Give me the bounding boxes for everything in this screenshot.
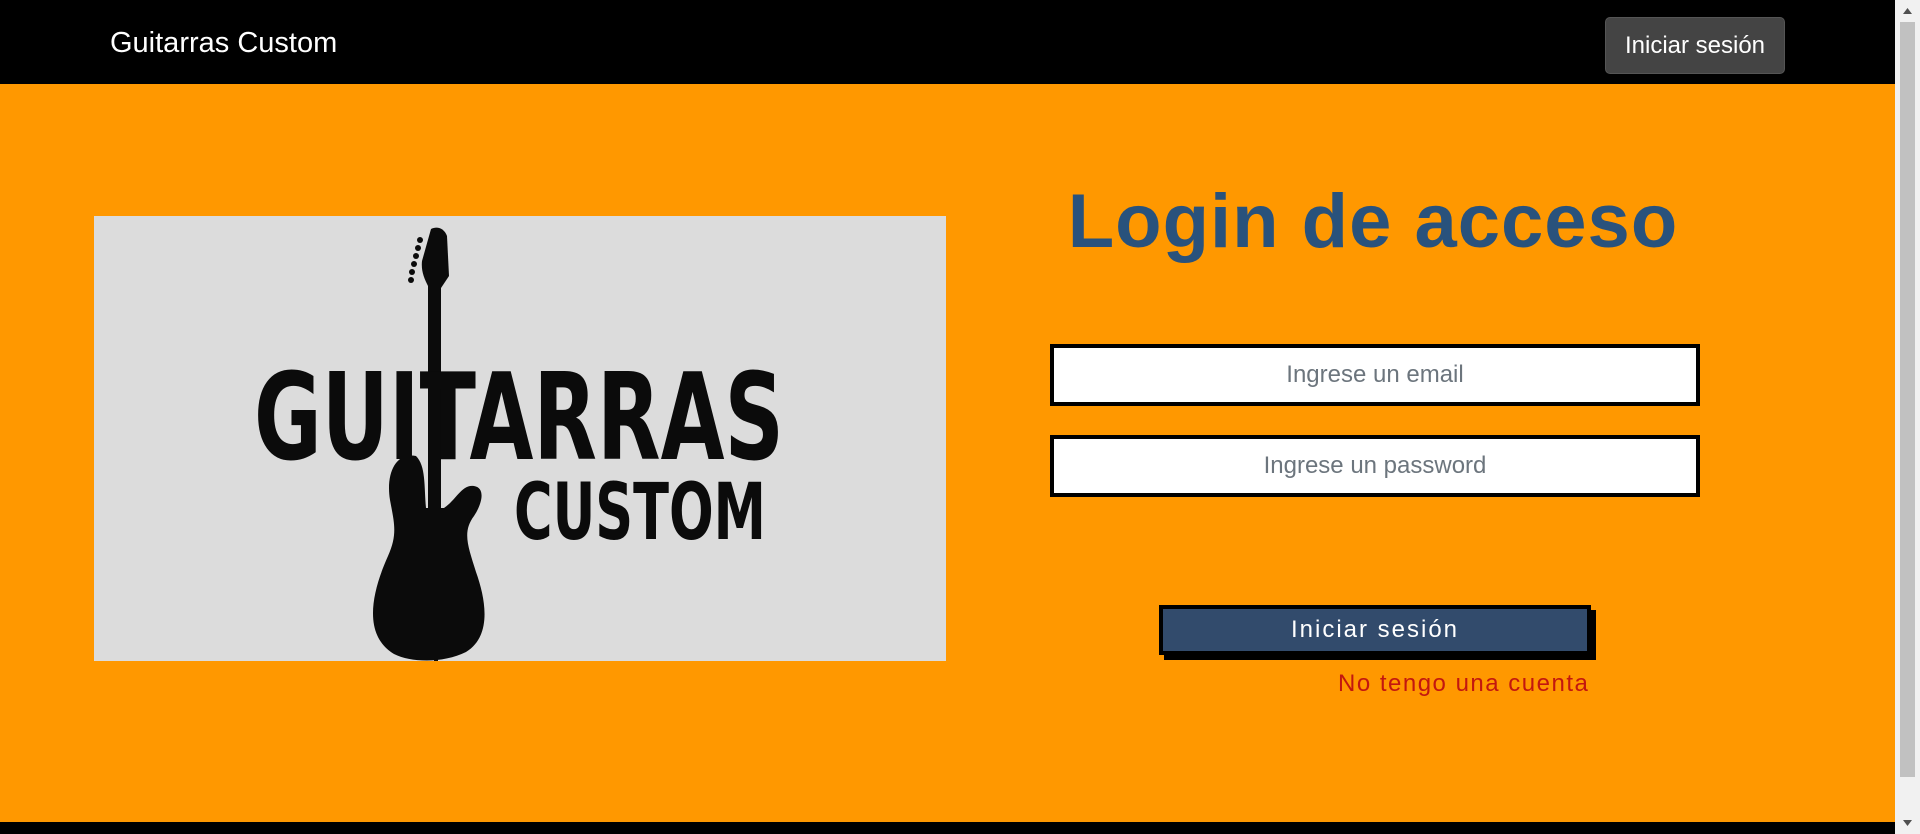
scroll-thumb[interactable] <box>1900 22 1915 777</box>
main-content: GUITARRAS CUSTOM Login de acceso Iniciar… <box>0 84 1895 822</box>
guitarras-custom-logo: GUITARRAS CUSTOM <box>94 216 946 661</box>
vertical-scrollbar[interactable] <box>1895 0 1920 834</box>
footer-bar <box>0 822 1895 834</box>
nav-login-button[interactable]: Iniciar sesión <box>1605 17 1785 74</box>
top-navbar: Guitarras Custom Iniciar sesión <box>0 0 1895 84</box>
guitar-logo-image: GUITARRAS CUSTOM <box>254 227 784 661</box>
password-input[interactable] <box>1050 435 1700 497</box>
login-title: Login de acceso <box>1067 179 1679 264</box>
email-input[interactable] <box>1050 344 1700 406</box>
logo-line-2: CUSTOM <box>514 468 766 558</box>
scroll-up-icon[interactable] <box>1895 0 1920 22</box>
signup-link[interactable]: No tengo una cuenta <box>1338 670 1589 698</box>
login-submit-button[interactable]: Iniciar sesión <box>1159 605 1591 655</box>
brand-link[interactable]: Guitarras Custom <box>110 23 337 63</box>
scroll-down-icon[interactable] <box>1895 812 1920 834</box>
